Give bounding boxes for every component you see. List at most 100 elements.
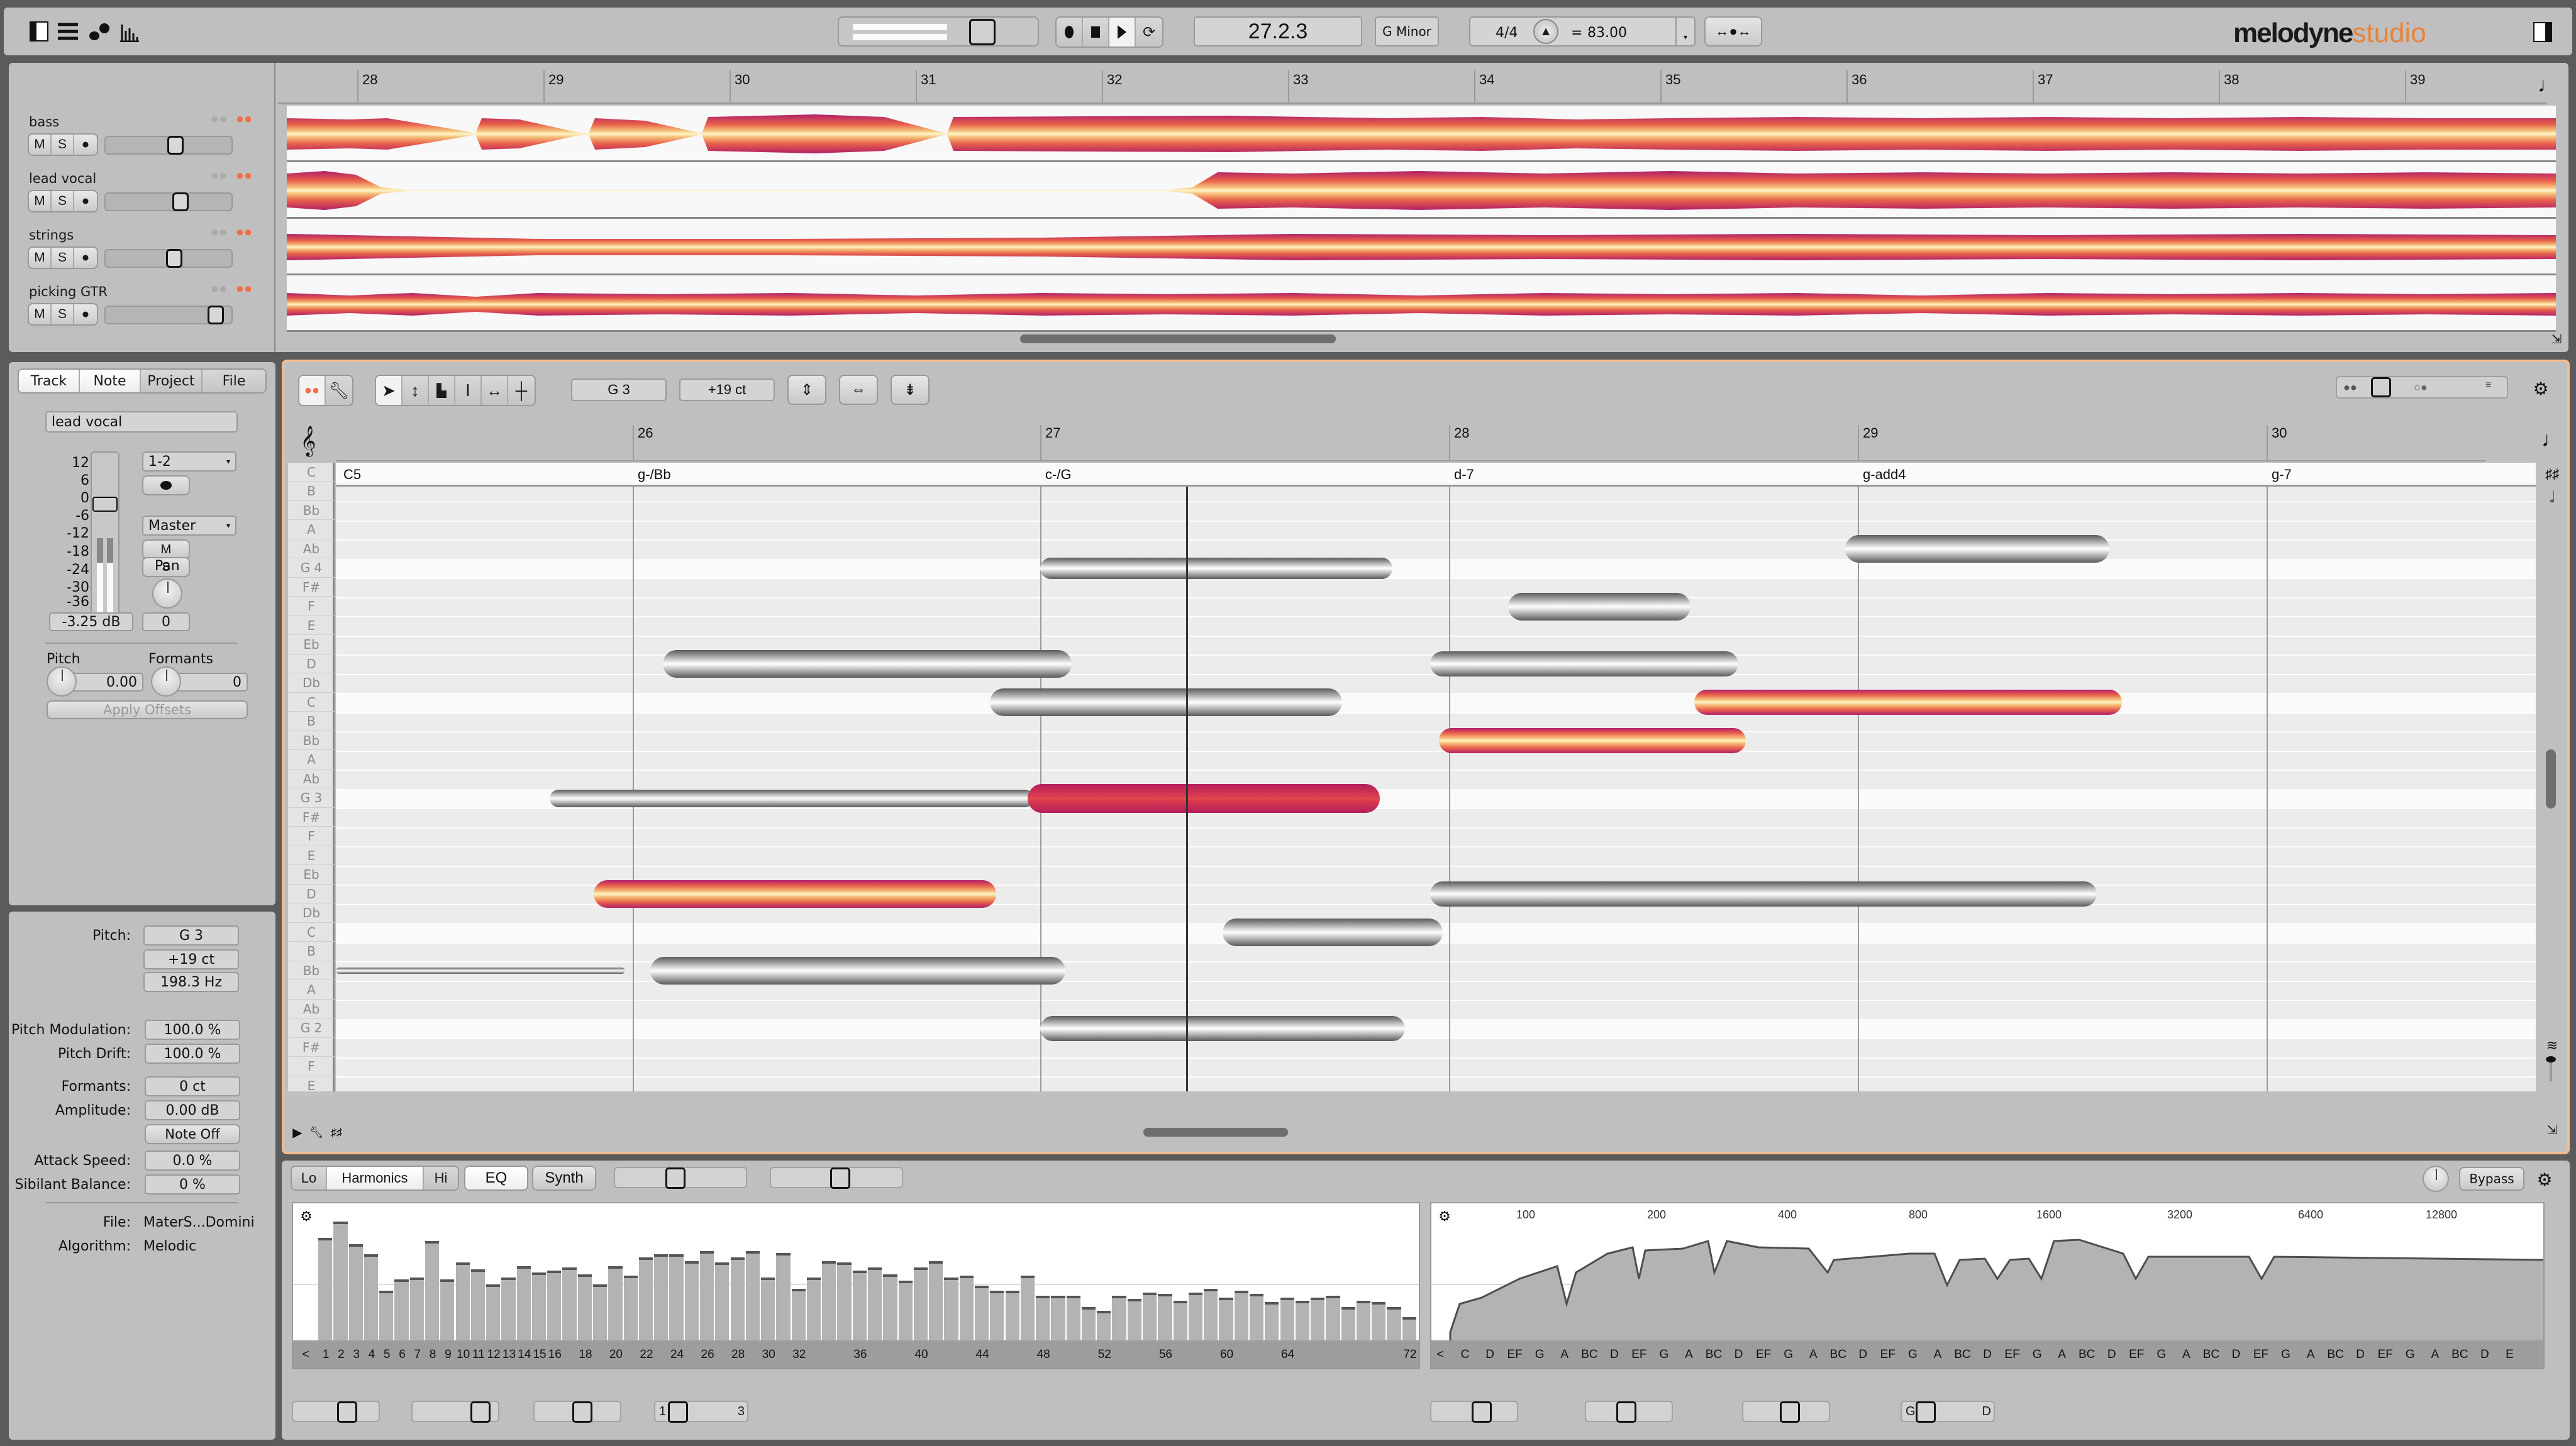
pan-value-field[interactable]: 0 (142, 612, 190, 631)
pitch-key[interactable]: B (288, 482, 335, 501)
note-blobs-icon[interactable] (87, 20, 112, 43)
harmonic-bar[interactable] (409, 1277, 424, 1340)
pitch-key[interactable]: F# (288, 1038, 335, 1057)
harmonic-bar[interactable] (593, 1284, 608, 1340)
track-list-icon[interactable] (55, 20, 80, 43)
volume-fader[interactable] (91, 451, 119, 624)
harmonic-bar[interactable] (333, 1221, 348, 1340)
range-high[interactable]: 3 (738, 1405, 745, 1419)
harmonic-bar[interactable] (822, 1261, 836, 1340)
harmonic-bar[interactable] (1402, 1317, 1416, 1340)
note-off-button[interactable]: Note Off (145, 1124, 240, 1144)
apply-offsets-button[interactable]: Apply Offsets (47, 700, 248, 719)
pitch-key[interactable]: Db (288, 904, 335, 923)
pitch-key[interactable]: Eb (288, 636, 335, 654)
vertical-scrollbar[interactable] (2546, 749, 2556, 809)
note-blob[interactable] (1845, 535, 2109, 563)
slider-handle[interactable] (668, 1401, 688, 1423)
chord-label[interactable]: g-/Bb (638, 466, 671, 483)
harmonic-bar[interactable] (486, 1284, 501, 1340)
harmonic-bar[interactable] (776, 1252, 791, 1340)
zoom-corner-icon[interactable]: ⇲ (2542, 1120, 2562, 1139)
time-stretch-button[interactable]: ↔●↔ (1704, 16, 1762, 47)
volume-handle[interactable] (969, 19, 996, 45)
pitch-key[interactable]: B (288, 942, 335, 961)
note-blob[interactable] (1694, 690, 2122, 715)
pitch-offset-knob[interactable] (47, 666, 77, 697)
note-blob[interactable] (594, 880, 996, 908)
layout-single-panel-icon[interactable] (28, 20, 50, 43)
harmonic-bar[interactable] (944, 1277, 958, 1340)
scrub-tool-icon[interactable]: 🔧︎ (308, 1124, 325, 1140)
blob-color-icon[interactable]: ●● (233, 279, 255, 298)
harmonic-bar[interactable] (1311, 1297, 1325, 1340)
pitch-key[interactable]: Eb (288, 866, 335, 885)
formants-field[interactable]: 0 ct (145, 1076, 240, 1096)
chord-label[interactable]: g-add4 (1863, 466, 1906, 483)
harmonic-bar[interactable] (577, 1274, 592, 1340)
main-tool[interactable]: ➤ (376, 376, 402, 405)
pitch-key[interactable]: C (288, 693, 335, 712)
grid-note-value-icon[interactable]: ♩ (2541, 424, 2563, 455)
slider-handle[interactable] (665, 1167, 686, 1189)
blob-color-icon[interactable]: ●● (233, 166, 255, 185)
play-from-here-icon[interactable]: ▶ (289, 1124, 306, 1140)
harmonic-bar[interactable] (1143, 1292, 1157, 1340)
harmonic-bar[interactable] (1341, 1307, 1355, 1340)
pitch-key[interactable]: G 3 (288, 789, 335, 808)
editor-settings-icon[interactable]: ⚙ (2529, 377, 2552, 400)
waveform-lane-lead-vocal[interactable] (287, 162, 2556, 219)
formants-offset-knob[interactable] (151, 666, 181, 697)
harmonics-spectrum[interactable]: ⚙ <1 2 3 4 5 6 7 8 9 10 11 12 13 14 15 16 18 20 22 24 26 28 30… (292, 1202, 1420, 1369)
blob-display-handle[interactable] (2371, 377, 2391, 397)
formant-tool[interactable]: Ⅰ (455, 376, 482, 405)
note-blob[interactable] (1040, 557, 1392, 579)
tab-synth[interactable]: Synth (532, 1166, 596, 1191)
note-blob[interactable] (1439, 728, 1746, 754)
correct-pitch-button[interactable]: ⇕ (787, 375, 826, 405)
sibilant-balance-field[interactable]: 0 % (145, 1174, 240, 1195)
blob-gray-icon[interactable]: ●● (208, 166, 230, 185)
chord-track[interactable]: C5 g-/Bb c-/G d-7 g-add4 g-7 (336, 463, 2536, 487)
harmonic-bar[interactable] (501, 1277, 516, 1340)
slider-handle[interactable] (1472, 1401, 1492, 1423)
harmonic-bar[interactable] (684, 1261, 699, 1340)
blob-display-slider[interactable]: ●● ○● ≡ (2336, 376, 2508, 399)
harmonic-bar[interactable] (623, 1276, 638, 1340)
solo-button[interactable]: S (52, 135, 74, 155)
harmonics-waveform-slider[interactable] (533, 1401, 621, 1423)
blob-color-icon[interactable]: ●● (233, 109, 255, 128)
selected-note-blob[interactable] (1028, 783, 1380, 813)
harmonic-bar[interactable] (1295, 1300, 1310, 1340)
note-blob[interactable] (550, 789, 1034, 807)
harmonic-bar[interactable] (1234, 1291, 1248, 1340)
tab-file[interactable]: File (203, 370, 265, 392)
record-arm-button[interactable]: ● (74, 135, 97, 155)
record-arm-button[interactable]: ● (74, 248, 97, 268)
harmonic-bar[interactable] (1387, 1307, 1401, 1340)
harmonic-bar[interactable] (898, 1281, 913, 1340)
harmonic-bar[interactable] (852, 1271, 867, 1340)
volume-handle[interactable] (208, 306, 224, 324)
blob-gray-icon[interactable]: ●● (208, 223, 230, 241)
harmonic-bar[interactable] (1372, 1302, 1386, 1340)
record-arm-button[interactable]: ● (74, 191, 97, 211)
volume-handle[interactable] (166, 249, 182, 268)
eq-range-slider[interactable]: G D (1901, 1401, 1995, 1423)
note-blob[interactable] (1430, 651, 1738, 677)
pitch-drift-field[interactable]: 100.0 % (145, 1044, 240, 1064)
fader-handle[interactable] (92, 497, 118, 512)
note-blob[interactable] (1223, 919, 1443, 947)
range-low[interactable]: 1 (659, 1405, 666, 1419)
waveform-toggle-icon[interactable]: ≋ (2541, 1036, 2563, 1055)
harmonic-bar[interactable] (730, 1257, 745, 1340)
pitch-key[interactable]: Ab (288, 539, 335, 558)
harmonic-bar[interactable] (1265, 1302, 1279, 1340)
harmonic-bar[interactable] (791, 1289, 806, 1340)
note-blob[interactable] (336, 968, 625, 974)
note-blob[interactable] (990, 688, 1342, 717)
tab-track[interactable]: Track (19, 370, 80, 392)
pitch-key[interactable]: A (288, 751, 335, 770)
tempo-dropdown-icon[interactable]: ▾ (1675, 18, 1694, 45)
key-sharps-icon[interactable]: ♯♯ (327, 1124, 346, 1140)
